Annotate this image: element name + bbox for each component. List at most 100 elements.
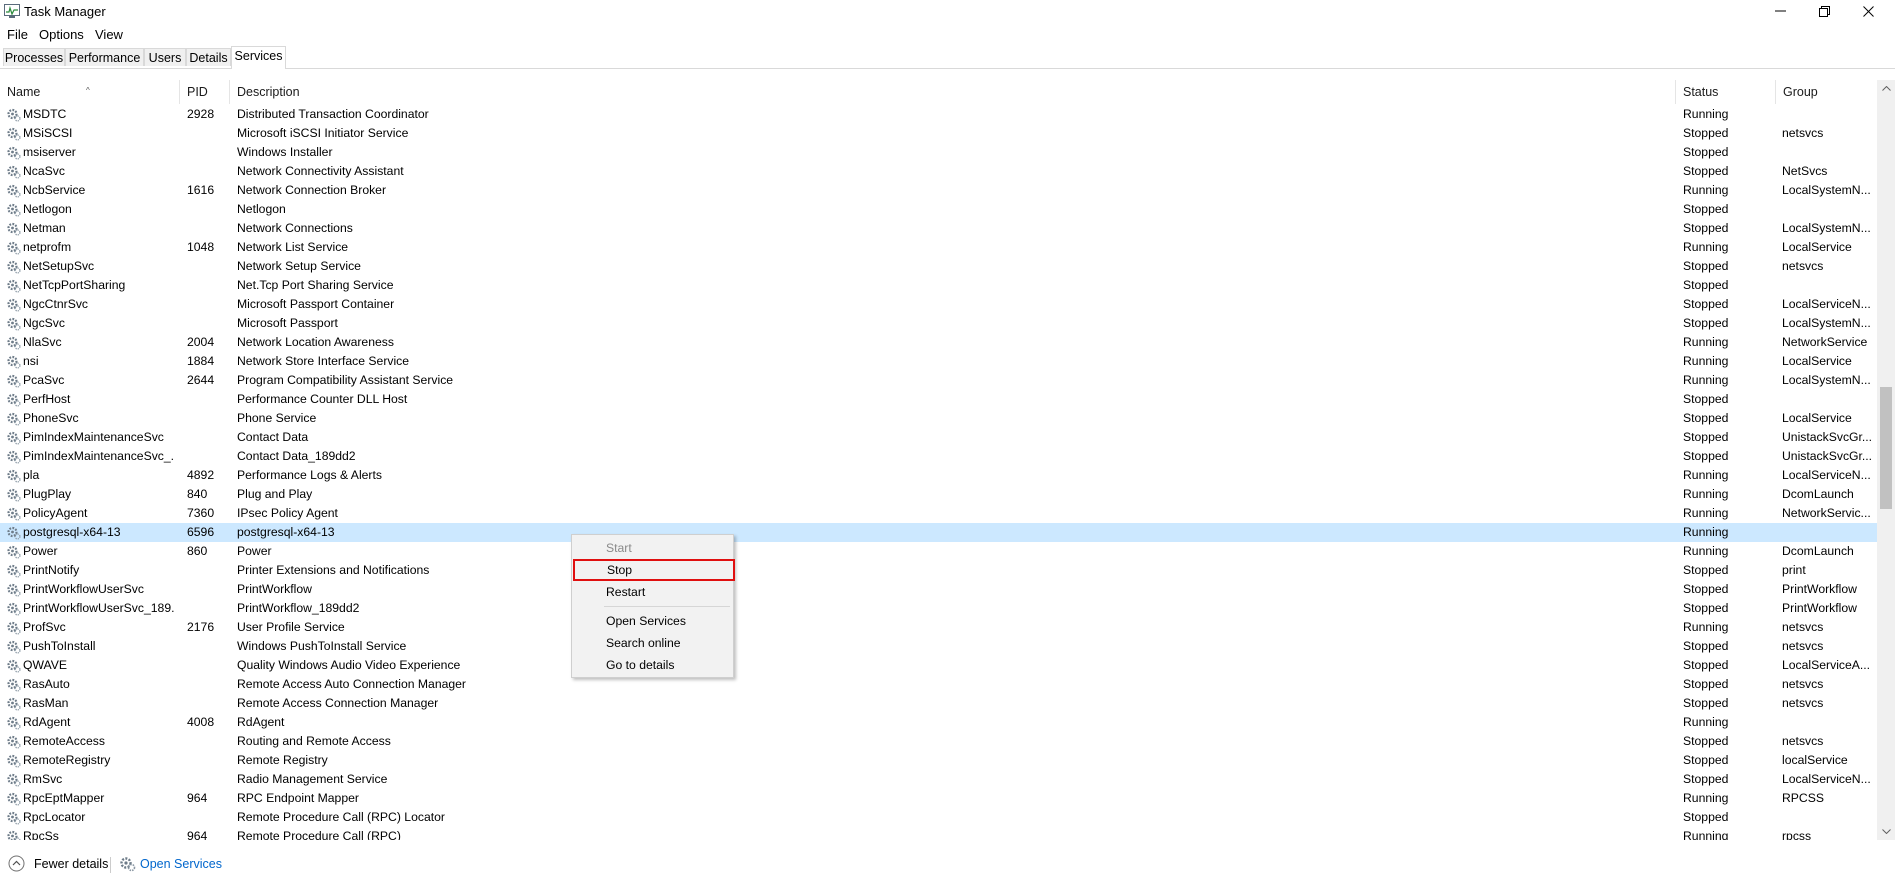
- table-row[interactable]: PrintNotify Printer Extensions and Notifi…: [0, 561, 1877, 580]
- service-description: Network Connection Broker: [237, 183, 387, 197]
- table-row[interactable]: RpcSs 964 Remote Procedure Call (RPC) Runni…: [0, 827, 1877, 840]
- service-group: PrintWorkflow: [1782, 601, 1857, 615]
- service-status: Running: [1683, 240, 1729, 254]
- service-pid: [187, 808, 237, 827]
- service-pid: [187, 656, 237, 675]
- column-name[interactable]: ^ Name: [0, 80, 180, 104]
- service-status: Stopped: [1683, 221, 1729, 235]
- service-pid: [187, 732, 237, 751]
- context-menu-restart[interactable]: Restart: [572, 581, 733, 603]
- table-row[interactable]: Netlogon Netlogon Stopped: [0, 200, 1877, 219]
- gear-service-icon: [6, 639, 21, 654]
- service-name: RpcSs: [23, 829, 59, 840]
- table-row[interactable]: nsi 1884 Network Store Interface Service Ru…: [0, 352, 1877, 371]
- table-row[interactable]: RpcLocator Remote Procedure Call (RPC) Lo…: [0, 808, 1877, 827]
- service-description: Distributed Transaction Coordinator: [237, 107, 429, 121]
- tab-details[interactable]: Details: [186, 48, 231, 66]
- close-button[interactable]: [1846, 0, 1890, 22]
- table-row[interactable]: postgresql-x64-13 6596 postgresql-x64-13 Ru…: [0, 523, 1877, 542]
- service-description: PrintWorkflow: [237, 582, 312, 596]
- table-row[interactable]: RemoteRegistry Remote Registry Stopped loca…: [0, 751, 1877, 770]
- table-row[interactable]: ProfSvc 2176 User Profile Service Running ne…: [0, 618, 1877, 637]
- context-menu-open-services[interactable]: Open Services: [572, 610, 733, 632]
- table-row[interactable]: MSiSCSI Microsoft iSCSI Initiator Service…: [0, 124, 1877, 143]
- table-row[interactable]: PerfHost Performance Counter DLL Host Stop…: [0, 390, 1877, 409]
- service-group: LocalSystemN...: [1782, 316, 1871, 330]
- table-row[interactable]: RpcEptMapper 964 RPC Endpoint Mapper Runnin…: [0, 789, 1877, 808]
- table-row[interactable]: PlugPlay 840 Plug and Play Running DcomLaunc…: [0, 485, 1877, 504]
- gear-service-icon: [6, 506, 21, 521]
- column-pid[interactable]: PID: [180, 80, 230, 104]
- context-menu-go-to-details[interactable]: Go to details: [572, 654, 733, 676]
- column-description[interactable]: Description: [230, 80, 1676, 104]
- service-name: QWAVE: [23, 658, 68, 672]
- open-services-link[interactable]: Open Services: [140, 857, 222, 871]
- context-menu-search-online[interactable]: Search online: [572, 632, 733, 654]
- menu-file[interactable]: File: [7, 27, 28, 42]
- table-row[interactable]: PolicyAgent 7360 IPsec Policy Agent Running…: [0, 504, 1877, 523]
- table-row[interactable]: PimIndexMaintenanceSvc_... Contact Data_1…: [0, 447, 1877, 466]
- fewer-details-button[interactable]: Fewer details: [34, 857, 108, 871]
- table-row[interactable]: NgcSvc Microsoft Passport Stopped LocalSyst…: [0, 314, 1877, 333]
- service-description: Quality Windows Audio Video Experience: [237, 658, 461, 672]
- table-row[interactable]: NcaSvc Network Connectivity Assistant Stop…: [0, 162, 1877, 181]
- table-row[interactable]: NcbService 1616 Network Connection Broker R…: [0, 181, 1877, 200]
- column-group[interactable]: Group: [1776, 80, 1877, 104]
- tab-strip: Processes Performance Users Details Serv…: [0, 46, 1895, 69]
- tab-services[interactable]: Services: [231, 46, 286, 69]
- table-row[interactable]: PimIndexMaintenanceSvc Contact Data Stoppe…: [0, 428, 1877, 447]
- table-row[interactable]: MSDTC 2928 Distributed Transaction Coordin…: [0, 105, 1877, 124]
- table-row[interactable]: pla 4892 Performance Logs & Alerts Running L…: [0, 466, 1877, 485]
- tab-performance[interactable]: Performance: [65, 48, 144, 66]
- service-group: LocalService: [1782, 240, 1852, 254]
- service-name: MSiSCSI: [23, 126, 73, 140]
- table-row[interactable]: RdAgent 4008 RdAgent Running: [0, 713, 1877, 732]
- table-row[interactable]: PushToInstall Windows PushToInstall Servi…: [0, 637, 1877, 656]
- table-row[interactable]: RemoteAccess Routing and Remote Access Sto…: [0, 732, 1877, 751]
- menu-options[interactable]: Options: [39, 27, 84, 42]
- table-row[interactable]: netprofm 1048 Network List Service Running L…: [0, 238, 1877, 257]
- vertical-scrollbar[interactable]: [1877, 80, 1895, 840]
- tab-users[interactable]: Users: [144, 48, 186, 66]
- menu-view[interactable]: View: [95, 27, 123, 42]
- table-row[interactable]: RmSvc Radio Management Service Stopped Loca…: [0, 770, 1877, 789]
- scroll-down-arrow-icon[interactable]: [1877, 823, 1895, 840]
- chevron-up-circle-icon[interactable]: [8, 855, 25, 872]
- scroll-up-arrow-icon[interactable]: [1877, 80, 1895, 97]
- tab-processes[interactable]: Processes: [3, 48, 65, 66]
- table-row[interactable]: NetTcpPortSharing Net.Tcp Port Sharing Se…: [0, 276, 1877, 295]
- context-menu-start[interactable]: Start: [572, 537, 733, 559]
- minimize-button[interactable]: [1758, 0, 1802, 22]
- table-row[interactable]: NgcCtnrSvc Microsoft Passport Container St…: [0, 295, 1877, 314]
- table-row[interactable]: QWAVE Quality Windows Audio Video Experie…: [0, 656, 1877, 675]
- table-row[interactable]: PcaSvc 2644 Program Compatibility Assistan…: [0, 371, 1877, 390]
- table-row[interactable]: msiserver Windows Installer Stopped: [0, 143, 1877, 162]
- service-group: netsvcs: [1782, 677, 1824, 691]
- restore-button[interactable]: [1802, 0, 1846, 22]
- service-group: [1782, 390, 1872, 409]
- service-group: LocalServiceN...: [1782, 297, 1871, 311]
- column-status[interactable]: Status: [1676, 80, 1776, 104]
- service-status: Stopped: [1683, 392, 1729, 406]
- service-description: Netlogon: [237, 202, 286, 216]
- table-row[interactable]: PrintWorkflowUserSvc PrintWorkflow Stopped…: [0, 580, 1877, 599]
- service-description: Contact Data: [237, 430, 309, 444]
- table-row[interactable]: NetSetupSvc Network Setup Service Stopped n…: [0, 257, 1877, 276]
- table-row[interactable]: PrintWorkflowUserSvc_189... PrintWorkflow…: [0, 599, 1877, 618]
- service-status: Stopped: [1683, 696, 1729, 710]
- service-pid: [187, 124, 237, 143]
- service-group: LocalServiceN...: [1782, 468, 1871, 482]
- footer: Fewer details Open Services: [0, 848, 1895, 882]
- services-gear-icon[interactable]: [119, 855, 136, 872]
- table-row[interactable]: Power 860 Power Running DcomLaunch: [0, 542, 1877, 561]
- table-row[interactable]: Netman Network Connections Stopped LocalSys…: [0, 219, 1877, 238]
- table-row[interactable]: NlaSvc 2004 Network Location Awareness Runn…: [0, 333, 1877, 352]
- service-group: UnistackSvcGr...: [1782, 449, 1872, 463]
- service-pid: 2644: [187, 373, 215, 387]
- table-row[interactable]: RasMan Remote Access Connection Manager St…: [0, 694, 1877, 713]
- scrollbar-thumb[interactable]: [1880, 387, 1892, 509]
- service-status: Stopped: [1683, 772, 1729, 786]
- table-row[interactable]: RasAuto Remote Access Auto Connection Man…: [0, 675, 1877, 694]
- table-row[interactable]: PhoneSvc Phone Service Stopped LocalService: [0, 409, 1877, 428]
- context-menu-stop[interactable]: Stop: [573, 559, 735, 581]
